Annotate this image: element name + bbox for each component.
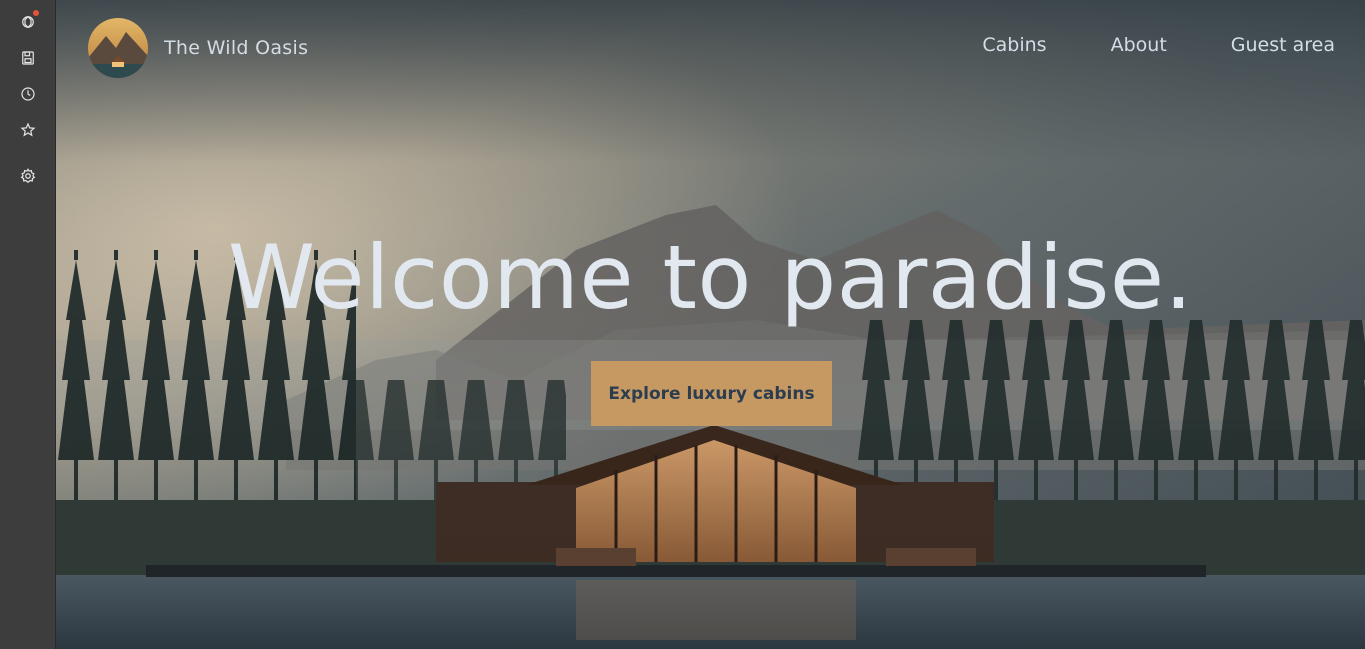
logo-link[interactable]: The Wild Oasis	[88, 18, 308, 78]
chatgpt-icon[interactable]	[16, 10, 40, 34]
star-icon[interactable]	[16, 118, 40, 142]
hero-section: The Wild Oasis Cabins About Guest area W…	[56, 0, 1365, 649]
logo-image	[88, 18, 148, 78]
explore-cabins-button[interactable]: Explore luxury cabins	[591, 361, 832, 426]
notification-dot	[33, 10, 39, 16]
nav-guest-area[interactable]: Guest area	[1231, 34, 1335, 56]
browser-sidebar	[0, 0, 56, 649]
nav-cabins[interactable]: Cabins	[982, 34, 1046, 56]
hero-title: Welcome to paradise.	[228, 226, 1193, 329]
clock-icon[interactable]	[16, 82, 40, 106]
nav-about[interactable]: About	[1111, 34, 1167, 56]
gear-icon[interactable]	[16, 164, 40, 188]
brand-name: The Wild Oasis	[164, 37, 309, 59]
save-icon[interactable]	[16, 46, 40, 70]
main-nav: Cabins About Guest area	[982, 34, 1335, 56]
